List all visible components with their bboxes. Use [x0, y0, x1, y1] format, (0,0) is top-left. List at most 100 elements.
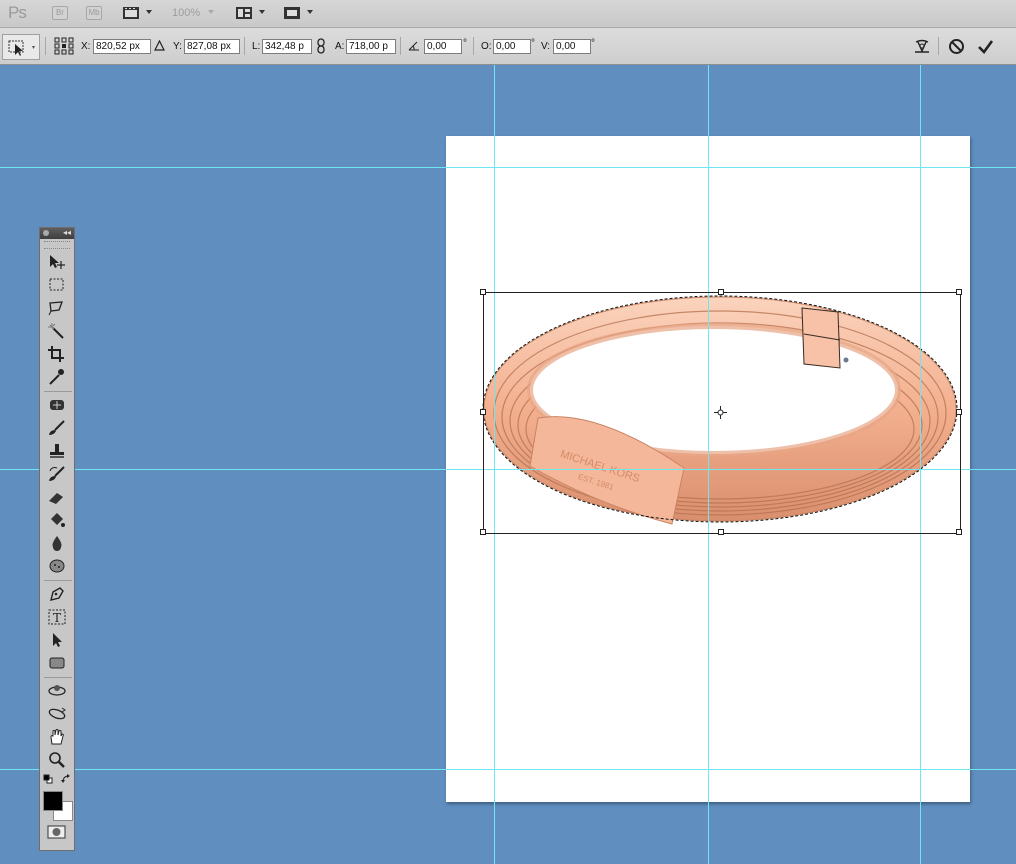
width-label: L:: [252, 41, 261, 52]
dodge-tool[interactable]: [45, 556, 69, 576]
clone-stamp-icon: [50, 444, 64, 458]
transform-handle-left[interactable]: [480, 409, 486, 415]
3d-rotate-tool[interactable]: [45, 681, 69, 701]
tools-panel: ◂◂ T: [39, 227, 75, 851]
svg-text:▾: ▾: [32, 44, 35, 51]
clone-stamp-tool[interactable]: [45, 441, 69, 461]
transform-handle-top-right[interactable]: [956, 289, 962, 295]
separator: [938, 37, 939, 55]
blur-tool[interactable]: [45, 533, 69, 553]
pen-tool[interactable]: [45, 584, 69, 604]
brush-tool[interactable]: [45, 418, 69, 438]
commit-transform-icon[interactable]: [977, 38, 994, 55]
magic-wand-icon: [48, 323, 64, 339]
path-selection-tool[interactable]: [45, 630, 69, 650]
transform-handle-top-left[interactable]: [480, 289, 486, 295]
magic-wand-tool[interactable]: [45, 321, 69, 341]
transform-handle-top[interactable]: [718, 289, 724, 295]
reference-point-icon[interactable]: [54, 37, 74, 55]
link-icon[interactable]: [316, 38, 326, 54]
transform-handle-bottom[interactable]: [718, 529, 724, 535]
sponge-icon: [49, 559, 65, 573]
transform-handle-right[interactable]: [956, 409, 962, 415]
quick-mask-icon[interactable]: [47, 825, 67, 839]
transform-handle-bottom-right[interactable]: [956, 529, 962, 535]
rectangle-tool[interactable]: [45, 653, 69, 673]
y-position-field[interactable]: 827,08 px: [184, 39, 240, 54]
move-tool-icon: [50, 255, 65, 269]
y-label: Y:: [173, 41, 182, 52]
vertical-skew-label: V:: [541, 41, 551, 52]
lasso-icon: [48, 301, 63, 316]
3d-orbit-icon: [48, 707, 66, 720]
vertical-skew-field[interactable]: 0,00: [553, 39, 591, 54]
close-panel-icon[interactable]: [43, 230, 49, 236]
arrange-documents-icon[interactable]: [235, 5, 253, 21]
mini-bridge-button[interactable]: Mb: [86, 6, 102, 20]
x-position-field[interactable]: 820,52 px: [93, 39, 151, 54]
3d-orbit-tool[interactable]: [45, 704, 69, 724]
screen-mode-icon[interactable]: [283, 5, 301, 21]
rotate-field[interactable]: 0,00: [424, 39, 462, 54]
guide-horizontal[interactable]: [0, 167, 1016, 168]
eraser-tool[interactable]: [45, 487, 69, 507]
collapse-panel-icon[interactable]: ◂◂: [63, 228, 71, 237]
lasso-tool[interactable]: [45, 298, 69, 318]
separator: [45, 37, 46, 55]
reference-point-crosshair-icon[interactable]: [714, 406, 727, 419]
eraser-icon: [49, 493, 63, 504]
tools-panel-header[interactable]: ◂◂: [40, 228, 74, 239]
free-transform-box[interactable]: [480, 289, 962, 535]
eyedropper-tool[interactable]: [45, 367, 69, 387]
zoom-tool[interactable]: [45, 750, 69, 770]
tool-preset-picker[interactable]: ▾: [2, 34, 40, 60]
type-mask-icon: T: [48, 609, 66, 625]
default-colors-icon[interactable]: [43, 774, 53, 784]
move-tool[interactable]: [45, 252, 69, 272]
foreground-color-swatch[interactable]: [43, 791, 63, 811]
chevron-down-icon[interactable]: [146, 10, 152, 14]
angle-unit: °: [463, 38, 467, 49]
chevron-down-icon[interactable]: [259, 10, 265, 14]
crop-icon: [48, 346, 64, 362]
rectangular-marquee-icon: [49, 278, 64, 291]
separator: [244, 37, 245, 55]
height-field[interactable]: 718,00 p: [346, 39, 396, 54]
view-extras-icon[interactable]: [122, 5, 140, 21]
marquee-tool[interactable]: [45, 275, 69, 295]
crop-tool[interactable]: [45, 344, 69, 364]
healing-brush-icon: [50, 400, 64, 410]
chevron-down-icon[interactable]: [208, 10, 214, 14]
bridge-button[interactable]: Br: [52, 6, 68, 20]
blur-drop-icon: [52, 536, 62, 551]
options-bar: ▾ X: 820,52 px Y: 827,08 px L: 342,48 p …: [0, 28, 1016, 65]
horizontal-skew-field[interactable]: 0,00: [493, 39, 531, 54]
width-field[interactable]: 342,48 p: [262, 39, 312, 54]
zoom-icon: [49, 752, 65, 768]
warp-mode-icon[interactable]: [914, 39, 930, 54]
paint-bucket-tool[interactable]: [45, 510, 69, 530]
vertical-skew-unit: °: [591, 38, 595, 49]
swap-colors-icon[interactable]: [61, 774, 71, 784]
photoshop-logo: Ps: [8, 3, 27, 22]
transform-tool-icon: ▾: [8, 40, 35, 56]
separator: [44, 391, 72, 392]
height-label: A:: [335, 41, 345, 52]
zoom-level[interactable]: 100%: [172, 7, 200, 19]
history-brush-tool[interactable]: [45, 464, 69, 484]
horizontal-skew-unit: °: [531, 38, 535, 49]
horizontal-skew-label: O:: [481, 41, 492, 52]
separator: [44, 580, 72, 581]
guide-horizontal[interactable]: [0, 769, 1016, 770]
cancel-transform-icon[interactable]: [948, 38, 965, 55]
transform-handle-bottom-left[interactable]: [480, 529, 486, 535]
hand-tool[interactable]: [45, 727, 69, 747]
chevron-down-icon[interactable]: [307, 10, 313, 14]
type-tool[interactable]: T: [45, 607, 69, 627]
3d-rotate-icon: [48, 685, 66, 696]
rotate-angle-icon: [408, 41, 419, 51]
relative-positioning-icon[interactable]: [154, 40, 165, 51]
spot-healing-tool[interactable]: [45, 395, 69, 415]
panel-grip[interactable]: [44, 241, 70, 249]
separator: [400, 37, 401, 55]
